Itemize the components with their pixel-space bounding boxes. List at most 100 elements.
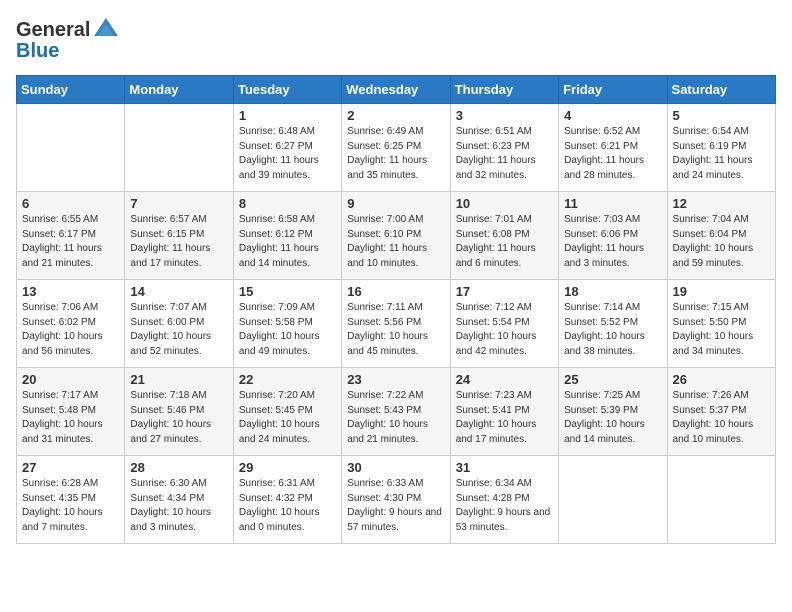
day-number: 31 bbox=[456, 460, 553, 475]
day-number: 15 bbox=[239, 284, 336, 299]
day-info: Sunrise: 6:33 AM Sunset: 4:30 PM Dayligh… bbox=[347, 477, 444, 535]
day-number: 14 bbox=[130, 284, 227, 299]
day-number: 12 bbox=[673, 196, 770, 211]
calendar-cell: 13 Sunrise: 7:06 AM Sunset: 6:02 PM Dayli… bbox=[17, 280, 125, 368]
day-number: 8 bbox=[239, 196, 336, 211]
day-info: Sunrise: 6:49 AM Sunset: 6:25 PM Dayligh… bbox=[347, 125, 444, 183]
day-number: 28 bbox=[130, 460, 227, 475]
calendar-cell: 3 Sunrise: 6:51 AM Sunset: 6:23 PM Daylig… bbox=[450, 104, 558, 192]
day-number: 24 bbox=[456, 372, 553, 387]
calendar-cell bbox=[125, 104, 233, 192]
day-number: 29 bbox=[239, 460, 336, 475]
day-info: Sunrise: 6:51 AM Sunset: 6:23 PM Dayligh… bbox=[456, 125, 553, 183]
day-number: 27 bbox=[22, 460, 119, 475]
day-number: 5 bbox=[673, 108, 770, 123]
day-info: Sunrise: 7:14 AM Sunset: 5:52 PM Dayligh… bbox=[564, 301, 661, 359]
day-info: Sunrise: 6:48 AM Sunset: 6:27 PM Dayligh… bbox=[239, 125, 336, 183]
day-number: 18 bbox=[564, 284, 661, 299]
calendar-cell bbox=[17, 104, 125, 192]
day-info: Sunrise: 6:28 AM Sunset: 4:35 PM Dayligh… bbox=[22, 477, 119, 535]
day-number: 11 bbox=[564, 196, 661, 211]
day-number: 16 bbox=[347, 284, 444, 299]
calendar-cell: 16 Sunrise: 7:11 AM Sunset: 5:56 PM Dayli… bbox=[342, 280, 450, 368]
day-info: Sunrise: 7:01 AM Sunset: 6:08 PM Dayligh… bbox=[456, 213, 553, 271]
day-number: 26 bbox=[673, 372, 770, 387]
calendar-header-row: SundayMondayTuesdayWednesdayThursdayFrid… bbox=[17, 76, 776, 104]
day-number: 2 bbox=[347, 108, 444, 123]
calendar-cell: 14 Sunrise: 7:07 AM Sunset: 6:00 PM Dayli… bbox=[125, 280, 233, 368]
day-number: 20 bbox=[22, 372, 119, 387]
calendar-cell: 19 Sunrise: 7:15 AM Sunset: 5:50 PM Dayli… bbox=[667, 280, 775, 368]
day-number: 1 bbox=[239, 108, 336, 123]
day-number: 4 bbox=[564, 108, 661, 123]
day-info: Sunrise: 7:09 AM Sunset: 5:58 PM Dayligh… bbox=[239, 301, 336, 359]
calendar-cell: 28Sunrise: 6:30 AM Sunset: 4:34 PM Dayli… bbox=[125, 456, 233, 544]
calendar-cell: 18 Sunrise: 7:14 AM Sunset: 5:52 PM Dayli… bbox=[559, 280, 667, 368]
day-info: Sunrise: 7:25 AM Sunset: 5:39 PM Dayligh… bbox=[564, 389, 661, 447]
day-info: Sunrise: 7:07 AM Sunset: 6:00 PM Dayligh… bbox=[130, 301, 227, 359]
day-header-friday: Friday bbox=[559, 76, 667, 104]
calendar-cell: 10 Sunrise: 7:01 AM Sunset: 6:08 PM Dayli… bbox=[450, 192, 558, 280]
day-header-wednesday: Wednesday bbox=[342, 76, 450, 104]
day-info: Sunrise: 6:31 AM Sunset: 4:32 PM Dayligh… bbox=[239, 477, 336, 535]
day-info: Sunrise: 7:17 AM Sunset: 5:48 PM Dayligh… bbox=[22, 389, 119, 447]
day-number: 3 bbox=[456, 108, 553, 123]
day-header-saturday: Saturday bbox=[667, 76, 775, 104]
logo: General Blue bbox=[16, 16, 120, 63]
calendar-cell: 21 Sunrise: 7:18 AM Sunset: 5:46 PM Dayli… bbox=[125, 368, 233, 456]
calendar-cell: 11 Sunrise: 7:03 AM Sunset: 6:06 PM Dayli… bbox=[559, 192, 667, 280]
header: General Blue bbox=[16, 16, 776, 63]
day-number: 6 bbox=[22, 196, 119, 211]
calendar-table: SundayMondayTuesdayWednesdayThursdayFrid… bbox=[16, 75, 776, 544]
day-info: Sunrise: 6:54 AM Sunset: 6:19 PM Dayligh… bbox=[673, 125, 770, 183]
calendar-cell bbox=[559, 456, 667, 544]
day-header-sunday: Sunday bbox=[17, 76, 125, 104]
logo-general-text: General bbox=[16, 19, 90, 42]
day-number: 9 bbox=[347, 196, 444, 211]
day-info: Sunrise: 7:00 AM Sunset: 6:10 PM Dayligh… bbox=[347, 213, 444, 271]
day-info: Sunrise: 6:55 AM Sunset: 6:17 PM Dayligh… bbox=[22, 213, 119, 271]
calendar-cell: 5 Sunrise: 6:54 AM Sunset: 6:19 PM Daylig… bbox=[667, 104, 775, 192]
day-info: Sunrise: 7:12 AM Sunset: 5:54 PM Dayligh… bbox=[456, 301, 553, 359]
calendar-week-row: 20 Sunrise: 7:17 AM Sunset: 5:48 PM Dayli… bbox=[17, 368, 776, 456]
calendar-cell: 12 Sunrise: 7:04 AM Sunset: 6:04 PM Dayli… bbox=[667, 192, 775, 280]
day-number: 17 bbox=[456, 284, 553, 299]
day-info: Sunrise: 7:15 AM Sunset: 5:50 PM Dayligh… bbox=[673, 301, 770, 359]
day-number: 13 bbox=[22, 284, 119, 299]
calendar-cell: 29 Sunrise: 6:31 AM Sunset: 4:32 PM Dayli… bbox=[233, 456, 341, 544]
day-info: Sunrise: 7:06 AM Sunset: 6:02 PM Dayligh… bbox=[22, 301, 119, 359]
calendar-cell: 15 Sunrise: 7:09 AM Sunset: 5:58 PM Dayli… bbox=[233, 280, 341, 368]
day-number: 22 bbox=[239, 372, 336, 387]
day-info: Sunrise: 7:20 AM Sunset: 5:45 PM Dayligh… bbox=[239, 389, 336, 447]
calendar-cell: 20 Sunrise: 7:17 AM Sunset: 5:48 PM Dayli… bbox=[17, 368, 125, 456]
day-info: Sunrise: 6:57 AM Sunset: 6:15 PM Dayligh… bbox=[130, 213, 227, 271]
day-info: Sunrise: 7:03 AM Sunset: 6:06 PM Dayligh… bbox=[564, 213, 661, 271]
calendar-cell: 4 Sunrise: 6:52 AM Sunset: 6:21 PM Daylig… bbox=[559, 104, 667, 192]
calendar-container: General Blue SundayMondayTuesdayWednesda… bbox=[0, 0, 792, 560]
calendar-week-row: 1 Sunrise: 6:48 AM Sunset: 6:27 PM Daylig… bbox=[17, 104, 776, 192]
calendar-cell: 17 Sunrise: 7:12 AM Sunset: 5:54 PM Dayli… bbox=[450, 280, 558, 368]
day-number: 10 bbox=[456, 196, 553, 211]
day-info: Sunrise: 7:04 AM Sunset: 6:04 PM Dayligh… bbox=[673, 213, 770, 271]
calendar-cell: 6 Sunrise: 6:55 AM Sunset: 6:17 PM Daylig… bbox=[17, 192, 125, 280]
day-info: Sunrise: 7:11 AM Sunset: 5:56 PM Dayligh… bbox=[347, 301, 444, 359]
day-info: Sunrise: 7:22 AM Sunset: 5:43 PM Dayligh… bbox=[347, 389, 444, 447]
calendar-week-row: 6 Sunrise: 6:55 AM Sunset: 6:17 PM Daylig… bbox=[17, 192, 776, 280]
day-number: 21 bbox=[130, 372, 227, 387]
calendar-cell: 22 Sunrise: 7:20 AM Sunset: 5:45 PM Dayli… bbox=[233, 368, 341, 456]
day-info: Sunrise: 6:52 AM Sunset: 6:21 PM Dayligh… bbox=[564, 125, 661, 183]
day-number: 23 bbox=[347, 372, 444, 387]
calendar-cell: 7Sunrise: 6:57 AM Sunset: 6:15 PM Daylig… bbox=[125, 192, 233, 280]
day-info: Sunrise: 6:58 AM Sunset: 6:12 PM Dayligh… bbox=[239, 213, 336, 271]
calendar-cell: 1 Sunrise: 6:48 AM Sunset: 6:27 PM Daylig… bbox=[233, 104, 341, 192]
calendar-cell: 27 Sunrise: 6:28 AM Sunset: 4:35 PM Dayli… bbox=[17, 456, 125, 544]
day-number: 25 bbox=[564, 372, 661, 387]
day-header-thursday: Thursday bbox=[450, 76, 558, 104]
calendar-week-row: 13 Sunrise: 7:06 AM Sunset: 6:02 PM Dayli… bbox=[17, 280, 776, 368]
calendar-cell: 9 Sunrise: 7:00 AM Sunset: 6:10 PM Daylig… bbox=[342, 192, 450, 280]
day-info: Sunrise: 7:18 AM Sunset: 5:46 PM Dayligh… bbox=[130, 389, 227, 447]
day-info: Sunrise: 7:23 AM Sunset: 5:41 PM Dayligh… bbox=[456, 389, 553, 447]
day-number: 19 bbox=[673, 284, 770, 299]
logo-icon bbox=[92, 16, 120, 44]
calendar-cell: 8 Sunrise: 6:58 AM Sunset: 6:12 PM Daylig… bbox=[233, 192, 341, 280]
